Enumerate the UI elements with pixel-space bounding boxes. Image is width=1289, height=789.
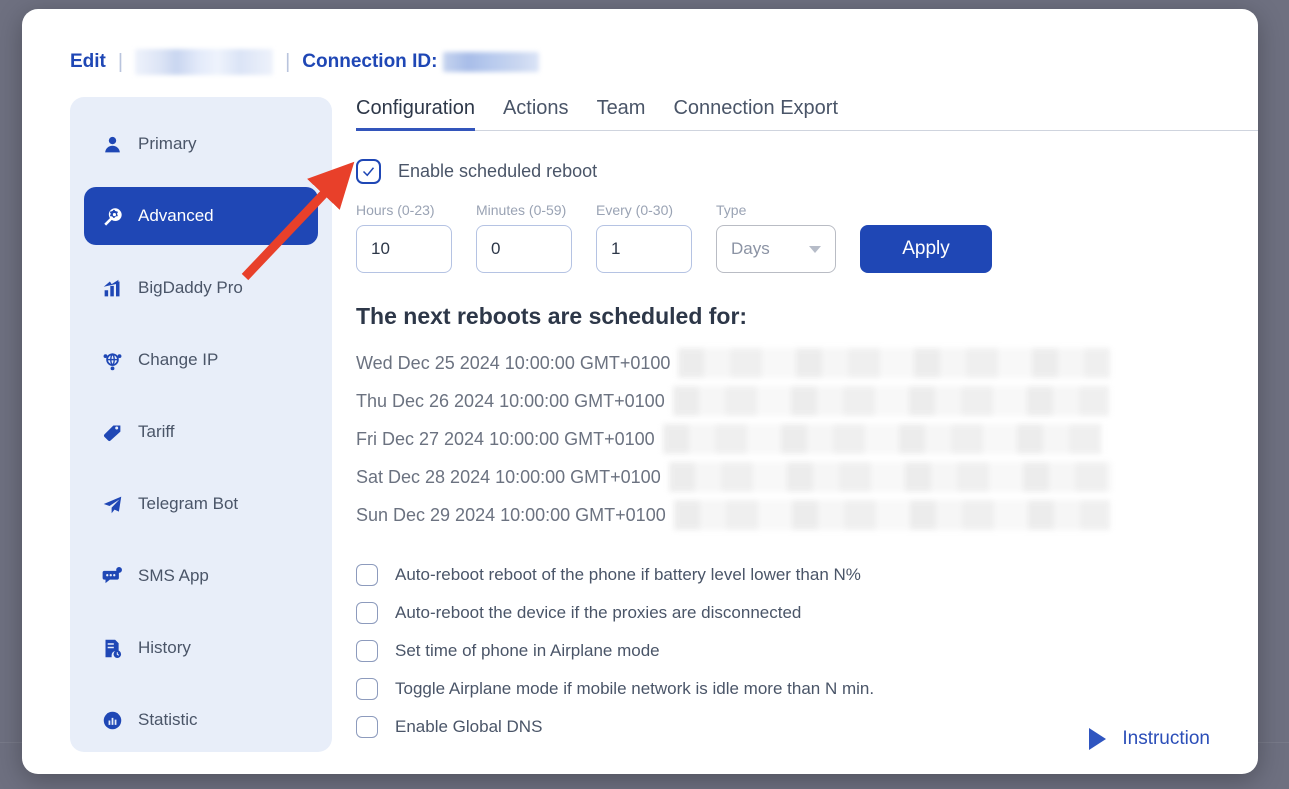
sidebar-item-label: Telegram Bot (138, 494, 239, 513)
type-label: Type (716, 202, 747, 218)
settings-sidebar: Primary Advanced BigDaddy Pro Change IP (70, 97, 332, 752)
tag-icon (100, 420, 124, 444)
schedule-fields: Hours (0-23) Minutes (0-59) Every (0-30)… (356, 202, 1238, 273)
modal-header: Edit | | Connection ID: (70, 49, 540, 75)
instruction-label: Instruction (1122, 728, 1210, 749)
option-label: Auto-reboot reboot of the phone if batte… (395, 565, 861, 584)
options-list: Auto-reboot reboot of the phone if batte… (356, 556, 1238, 750)
redacted-schedule-detail (662, 424, 1102, 454)
schedule-row: Wed Dec 25 2024 10:00:00 GMT+0100 (356, 344, 1238, 382)
schedule-row: Fri Dec 27 2024 10:00:00 GMT+0100 (356, 420, 1238, 458)
header-separator-2: | (285, 50, 291, 73)
edit-connection-modal: Edit | | Connection ID: Primary Advanced (22, 9, 1258, 774)
minutes-input[interactable] (476, 225, 572, 273)
paper-plane-icon (100, 492, 124, 516)
sidebar-item-label: Statistic (138, 710, 198, 729)
redacted-schedule-detail (673, 500, 1110, 530)
type-select[interactable]: Days (716, 225, 836, 273)
global-dns-checkbox[interactable] (356, 716, 378, 738)
proxy-disconnect-reboot-checkbox[interactable] (356, 602, 378, 624)
schedule-date: Thu Dec 26 2024 10:00:00 GMT+0100 (356, 390, 665, 411)
document-clock-icon (100, 636, 124, 660)
schedule-title: The next reboots are scheduled for: (356, 303, 748, 329)
settings-search-icon (100, 204, 124, 228)
battery-reboot-checkbox[interactable] (356, 564, 378, 586)
sidebar-item-telegram-bot[interactable]: Telegram Bot (84, 475, 318, 533)
sidebar-item-label: Tariff (138, 422, 175, 441)
sidebar-item-advanced[interactable]: Advanced (84, 187, 318, 245)
schedule-date: Wed Dec 25 2024 10:00:00 GMT+0100 (356, 352, 671, 373)
sidebar-item-label: Primary (138, 134, 197, 153)
redacted-schedule-detail (678, 348, 1111, 378)
redacted-connection-name (135, 49, 274, 75)
bar-chart-icon (100, 276, 124, 300)
connection-id-label: Connection ID: (302, 51, 438, 72)
sidebar-item-label: Change IP (138, 350, 219, 369)
schedule-row: Sun Dec 29 2024 10:00:00 GMT+0100 (356, 496, 1238, 534)
sidebar-item-tariff[interactable]: Tariff (84, 403, 318, 461)
sidebar-item-label: History (138, 638, 191, 657)
option-label: Enable Global DNS (395, 717, 543, 736)
option-label: Auto-reboot the device if the proxies ar… (395, 603, 802, 622)
edit-label: Edit (70, 51, 106, 72)
tab-team[interactable]: Team (597, 97, 646, 130)
option-row-set-time-airplane[interactable]: Set time of phone in Airplane mode (356, 632, 1238, 670)
tab-connection-export[interactable]: Connection Export (673, 97, 838, 130)
tab-configuration[interactable]: Configuration (356, 97, 475, 131)
every-label: Every (0-30) (596, 202, 674, 218)
statistics-icon (100, 708, 124, 732)
option-row-proxy-disconnect-reboot[interactable]: Auto-reboot the device if the proxies ar… (356, 594, 1238, 632)
every-field: Every (0-30) (596, 202, 692, 273)
tab-bar: Configuration Actions Team Connection Ex… (356, 97, 1258, 131)
apply-button[interactable]: Apply (860, 225, 992, 273)
schedule-row: Sat Dec 28 2024 10:00:00 GMT+0100 (356, 458, 1238, 496)
chat-bubble-icon (100, 564, 124, 588)
schedule-date: Fri Dec 27 2024 10:00:00 GMT+0100 (356, 428, 655, 449)
settings-content: Configuration Actions Team Connection Ex… (356, 97, 1258, 750)
option-label: Set time of phone in Airplane mode (395, 641, 660, 660)
schedule-date: Sat Dec 28 2024 10:00:00 GMT+0100 (356, 466, 661, 487)
toggle-airplane-idle-checkbox[interactable] (356, 678, 378, 700)
hours-label: Hours (0-23) (356, 202, 435, 218)
sidebar-item-primary[interactable]: Primary (84, 115, 318, 173)
globe-network-icon (100, 348, 124, 372)
tab-actions[interactable]: Actions (503, 97, 569, 130)
enable-scheduled-reboot-label: Enable scheduled reboot (398, 161, 598, 181)
option-label: Toggle Airplane mode if mobile network i… (395, 679, 875, 698)
type-select-value: Days (731, 239, 770, 258)
redacted-schedule-detail (668, 462, 1112, 492)
redacted-connection-id (443, 52, 540, 72)
header-separator-1: | (117, 50, 124, 73)
sidebar-item-change-ip[interactable]: Change IP (84, 331, 318, 389)
sidebar-item-history[interactable]: History (84, 619, 318, 677)
minutes-label: Minutes (0-59) (476, 202, 567, 218)
schedule-date: Sun Dec 29 2024 10:00:00 GMT+0100 (356, 504, 666, 525)
hours-input[interactable] (356, 225, 452, 273)
hours-field: Hours (0-23) (356, 202, 452, 273)
sidebar-item-label: BigDaddy Pro (138, 278, 243, 297)
redacted-schedule-detail (672, 386, 1109, 416)
schedule-row: Thu Dec 26 2024 10:00:00 GMT+0100 (356, 382, 1238, 420)
schedule-list: Wed Dec 25 2024 10:00:00 GMT+0100 Thu De… (356, 344, 1238, 534)
option-row-toggle-airplane-idle[interactable]: Toggle Airplane mode if mobile network i… (356, 670, 1238, 708)
instruction-link[interactable]: Instruction (1089, 728, 1210, 750)
every-input[interactable] (596, 225, 692, 273)
sidebar-item-sms-app[interactable]: SMS App (84, 547, 318, 605)
sidebar-item-bigdaddy-pro[interactable]: BigDaddy Pro (84, 259, 318, 317)
minutes-field: Minutes (0-59) (476, 202, 572, 273)
sidebar-item-statistic[interactable]: Statistic (84, 691, 318, 749)
user-icon (100, 132, 124, 156)
set-time-airplane-checkbox[interactable] (356, 640, 378, 662)
play-icon (1089, 728, 1107, 750)
sidebar-item-label: Advanced (138, 206, 214, 225)
sidebar-item-label: SMS App (138, 566, 209, 585)
enable-scheduled-reboot-checkbox[interactable] (356, 159, 381, 184)
chevron-down-icon (809, 245, 821, 253)
type-field: Type Days (716, 202, 836, 273)
enable-scheduled-reboot-row[interactable]: Enable scheduled reboot (356, 159, 1238, 184)
option-row-battery-reboot[interactable]: Auto-reboot reboot of the phone if batte… (356, 556, 1238, 594)
